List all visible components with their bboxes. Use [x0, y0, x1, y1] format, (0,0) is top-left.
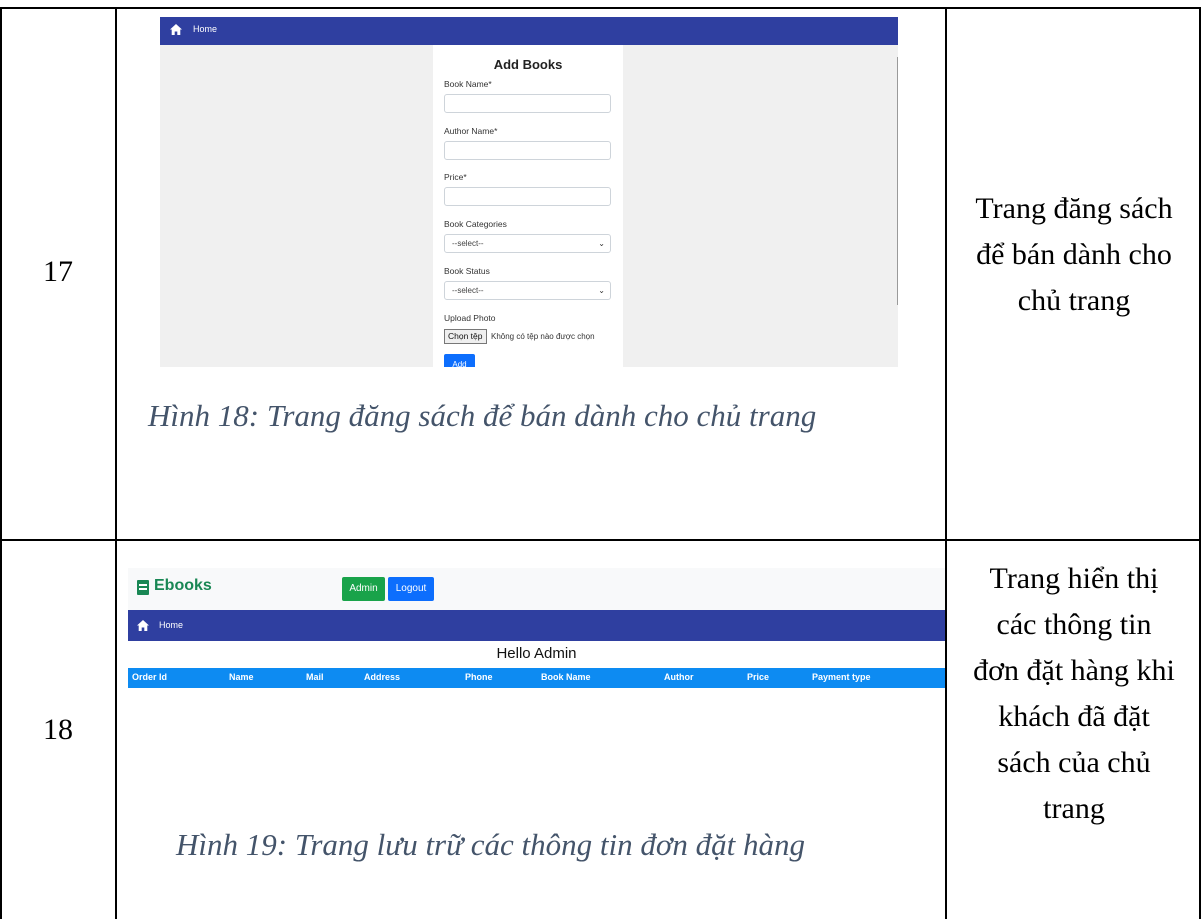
description-line: để bán dành cho [976, 238, 1172, 271]
row-number: 18 [43, 713, 73, 746]
author-name-label: Author Name* [444, 126, 498, 136]
row-description: Trang hiển thị các thông tin đơn đặt hàn… [950, 556, 1198, 832]
chevron-down-icon: ⌄ [598, 286, 605, 295]
status-label: Book Status [444, 266, 490, 276]
description-line: khách đã đặt [998, 700, 1150, 733]
table-divider-col2 [945, 7, 947, 919]
file-status-text: Không có tệp nào được chọn [491, 332, 595, 341]
figure-caption: Hình 19: Trang lưu trữ các thông tin đơn… [176, 827, 806, 862]
column-header: Payment type [812, 672, 871, 682]
column-header: Book Name [541, 672, 591, 682]
status-select[interactable]: --select-- ⌄ [444, 281, 611, 300]
column-header: Mail [306, 672, 324, 682]
table-border-middle [0, 539, 1201, 541]
column-header: Phone [465, 672, 493, 682]
chevron-down-icon: ⌄ [598, 239, 605, 248]
column-header: Address [364, 672, 401, 682]
add-button[interactable]: Add [444, 354, 475, 367]
description-line: trang [1043, 792, 1105, 825]
categories-selected-value: --select-- [452, 239, 484, 248]
table-border-left [0, 7, 2, 919]
add-books-screenshot: Home Add Books Book Name* Author Name* P… [160, 17, 898, 367]
description-line: đơn đặt hàng khi [973, 654, 1175, 687]
row-number: 17 [43, 255, 73, 288]
greeting: Hello Admin [496, 645, 577, 662]
column-header: Order Id [132, 672, 168, 682]
navbar: Home [160, 17, 898, 45]
row-description: Trang đăng sách để bán dành cho chủ tran… [950, 186, 1198, 324]
figure-caption: Hình 18: Trang đăng sách để bán dành cho… [148, 398, 817, 433]
book-icon [137, 580, 149, 595]
nav-home-link[interactable]: Home [193, 24, 217, 34]
categories-select[interactable]: --select-- ⌄ [444, 234, 611, 253]
column-header: Author [664, 672, 694, 682]
form-title: Add Books [493, 57, 563, 72]
scrollbar[interactable] [897, 57, 898, 305]
admin-button[interactable]: Admin [342, 577, 385, 601]
column-header: Name [229, 672, 254, 682]
description-line: sách của chủ [997, 746, 1151, 779]
home-icon [137, 620, 149, 631]
column-header: Price [747, 672, 770, 682]
price-input[interactable] [444, 187, 611, 206]
description-line: Trang đăng sách [975, 192, 1173, 225]
top-bar: Ebooks Admin Logout [128, 568, 945, 610]
description-line: chủ trang [1017, 284, 1131, 317]
orders-table-header: Order Id Name Mail Address Phone Book Na… [128, 668, 945, 688]
book-name-label: Book Name* [444, 79, 492, 89]
add-books-form: Add Books Book Name* Author Name* Price*… [433, 45, 623, 367]
brand-logo[interactable]: Ebooks [154, 577, 212, 595]
description-line: các thông tin [996, 608, 1152, 641]
orders-screenshot: Ebooks Admin Logout Home Hello Admin Ord… [128, 568, 945, 800]
nav-home-link[interactable]: Home [159, 620, 183, 630]
book-name-input[interactable] [444, 94, 611, 113]
table-divider-col1 [115, 7, 117, 919]
description-line: Trang hiển thị [989, 562, 1159, 595]
status-selected-value: --select-- [452, 286, 484, 295]
home-icon [170, 24, 182, 35]
choose-file-button[interactable]: Chọn tệp [444, 329, 487, 344]
navbar: Home [128, 610, 945, 641]
table-border-top [0, 7, 1201, 9]
upload-label: Upload Photo [444, 313, 496, 323]
price-label: Price* [444, 172, 467, 182]
logout-button[interactable]: Logout [388, 577, 434, 601]
author-name-input[interactable] [444, 141, 611, 160]
categories-label: Book Categories [444, 219, 507, 229]
